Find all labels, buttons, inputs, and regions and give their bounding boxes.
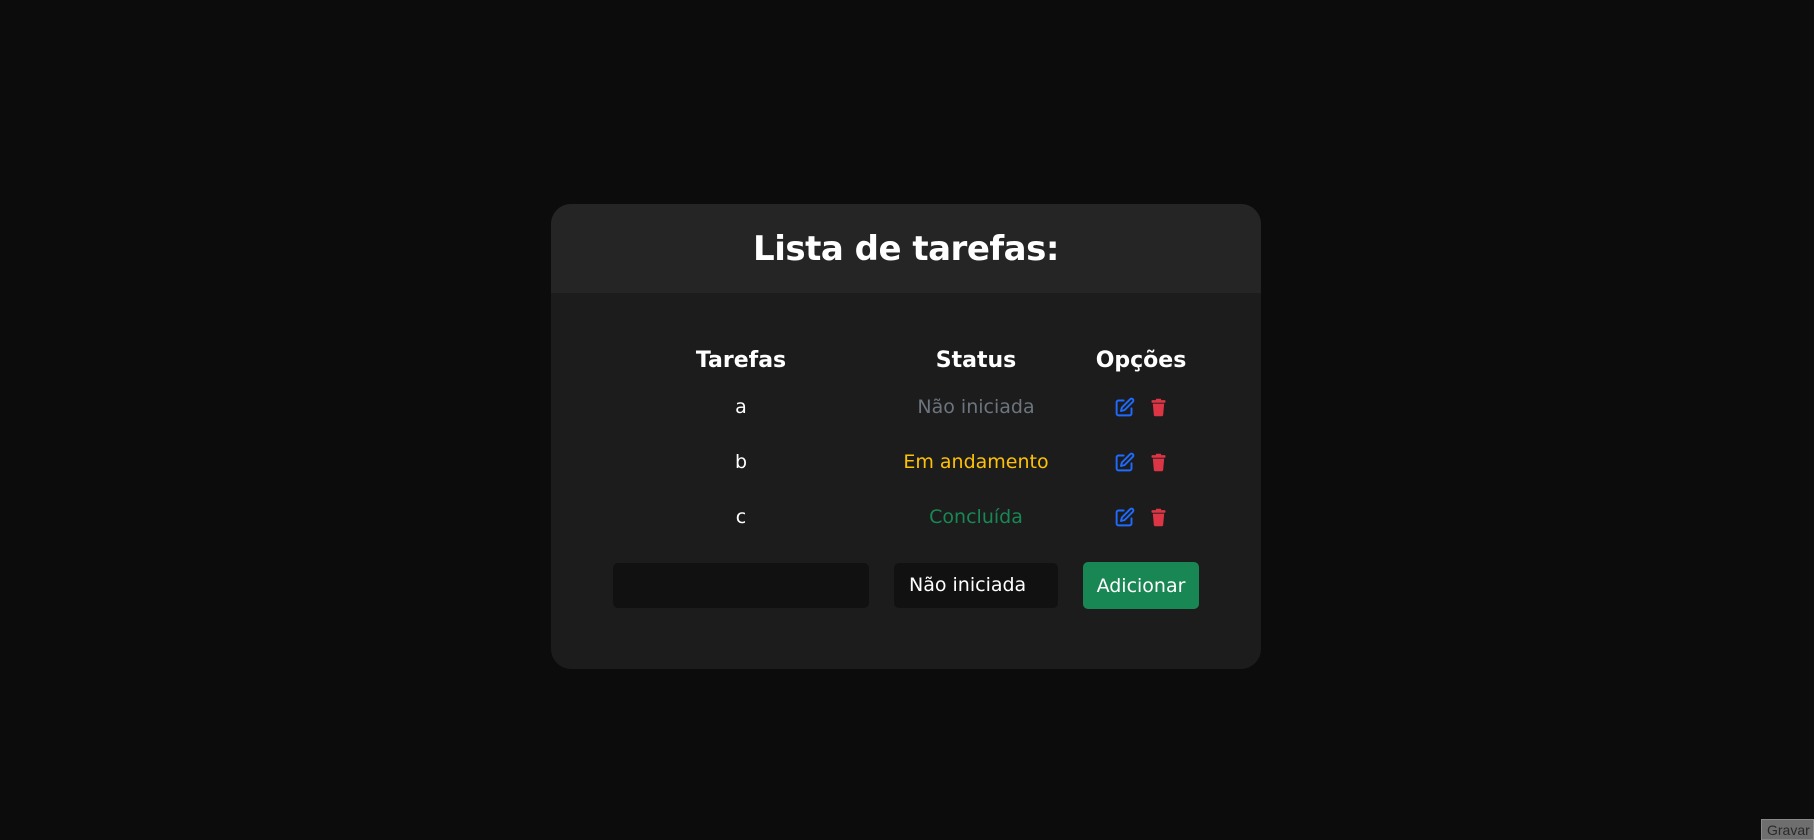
trash-icon[interactable] (1147, 396, 1169, 418)
column-header-options: Opções (1095, 348, 1187, 373)
task-list-card: Lista de tarefas: Tarefas Status Opções … (551, 204, 1261, 669)
card-header: Lista de tarefas: (551, 204, 1261, 293)
add-button[interactable]: Adicionar (1083, 562, 1199, 609)
task-name: c (735, 506, 747, 528)
trash-icon[interactable] (1147, 451, 1169, 473)
table-header: Tarefas Status Opções (551, 346, 1261, 376)
record-button[interactable]: Gravar (1761, 819, 1814, 840)
row-options (1083, 502, 1199, 532)
table-row: c Concluída (551, 502, 1261, 532)
column-header-tasks: Tarefas (695, 348, 787, 373)
table-row: a Não iniciada (551, 392, 1261, 422)
trash-icon[interactable] (1147, 506, 1169, 528)
task-status: Concluída (929, 506, 1023, 528)
table-row: b Em andamento (551, 447, 1261, 477)
status-select[interactable]: Não iniciada (894, 563, 1058, 608)
edit-icon[interactable] (1113, 506, 1135, 528)
edit-icon[interactable] (1113, 396, 1135, 418)
row-options (1083, 447, 1199, 477)
row-options (1083, 392, 1199, 422)
column-header-status: Status (935, 348, 1017, 373)
task-status: Em andamento (903, 451, 1049, 473)
edit-icon[interactable] (1113, 451, 1135, 473)
page-title: Lista de tarefas: (753, 228, 1059, 269)
task-name: a (735, 396, 747, 418)
add-task-form: Não iniciada Adicionar (551, 559, 1261, 609)
task-name: b (734, 451, 748, 473)
task-status: Não iniciada (917, 396, 1035, 418)
task-name-input[interactable] (613, 563, 869, 608)
